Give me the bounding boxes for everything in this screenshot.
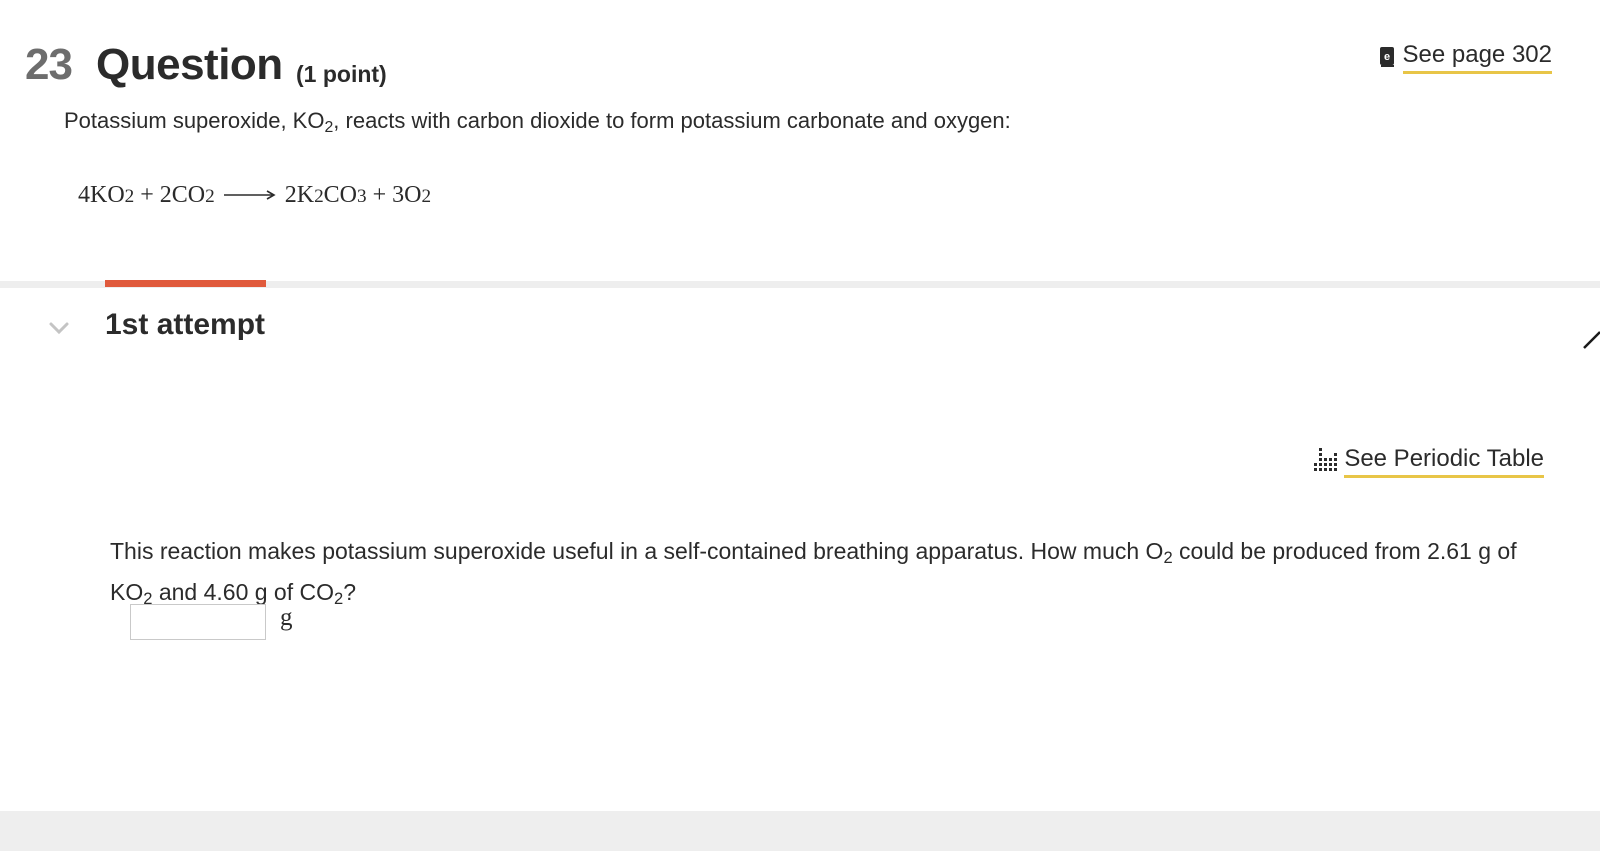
chevron-down-icon[interactable] xyxy=(47,318,71,338)
answer-unit: g xyxy=(280,604,293,631)
question-text: This reaction makes potassium superoxide… xyxy=(110,538,1517,609)
reaction-arrow-icon xyxy=(223,190,276,200)
periodic-table-link[interactable]: See Periodic Table xyxy=(1312,444,1544,478)
pencil-edge-icon xyxy=(1583,331,1600,349)
question-number: 23 xyxy=(25,40,73,89)
answer-input[interactable] xyxy=(130,604,266,640)
attempt-indicator-bar xyxy=(105,280,266,287)
page-footer xyxy=(0,811,1600,851)
question-points: (1 point) xyxy=(296,61,387,87)
periodic-table-icon xyxy=(1314,448,1338,471)
see-page-label[interactable]: See page 302 xyxy=(1402,40,1552,74)
book-icon: e xyxy=(1379,47,1394,67)
question-intro: Potassium superoxide, KO2, reacts with c… xyxy=(64,108,1011,136)
periodic-table-label[interactable]: See Periodic Table xyxy=(1344,444,1544,478)
attempt-title[interactable]: 1st attempt xyxy=(105,308,265,342)
see-page-link[interactable]: e See page 302 xyxy=(1379,40,1552,74)
question-title: Question xyxy=(96,40,283,89)
chemical-equation: 4KO 2 + 2CO 2 2K 2 CO 3 + 3O 2 xyxy=(78,182,432,208)
svg-text:e: e xyxy=(1383,51,1389,63)
